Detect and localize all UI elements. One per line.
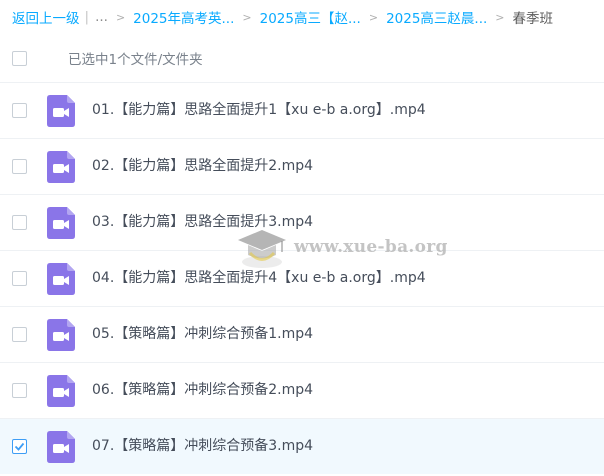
check-icon <box>14 442 25 451</box>
back-link[interactable]: 返回上一级 <box>12 7 80 27</box>
file-checkbox[interactable] <box>12 103 27 118</box>
file-checkbox[interactable] <box>12 439 27 454</box>
video-file-icon[interactable] <box>47 263 75 295</box>
file-checkbox[interactable] <box>12 327 27 342</box>
file-row[interactable]: 06.【策略篇】冲刺综合预备2.mp4 <box>0 362 604 418</box>
select-all-checkbox[interactable] <box>12 50 27 66</box>
file-checkbox[interactable] <box>12 159 27 174</box>
file-name[interactable]: 06.【策略篇】冲刺综合预备2.mp4 <box>92 363 313 417</box>
breadcrumb-current: 春季班 <box>512 11 554 27</box>
file-row[interactable]: 01.【能力篇】思路全面提升1【xu e-b a.org】.mp4 <box>0 82 604 138</box>
video-file-icon[interactable] <box>47 319 75 351</box>
video-file-icon[interactable] <box>47 95 75 127</box>
file-row[interactable]: 03.【能力篇】思路全面提升3.mp4 <box>0 194 604 250</box>
file-name[interactable]: 02.【能力篇】思路全面提升2.mp4 <box>92 139 313 193</box>
breadcrumb-ellipsis[interactable]: ... <box>95 9 108 25</box>
video-file-icon[interactable] <box>47 151 75 183</box>
chevron-right-icon: > <box>242 10 252 24</box>
file-row[interactable]: 05.【策略篇】冲刺综合预备1.mp4 <box>0 306 604 362</box>
selection-status: 已选中1个文件/文件夹 <box>68 52 203 68</box>
file-name[interactable]: 04.【能力篇】思路全面提升4【xu e-b a.org】.mp4 <box>92 251 426 305</box>
breadcrumb-item[interactable]: 2025年高考英... <box>133 7 234 27</box>
video-file-icon[interactable] <box>47 375 75 407</box>
file-name[interactable]: 01.【能力篇】思路全面提升1【xu e-b a.org】.mp4 <box>92 83 426 137</box>
file-name[interactable]: 05.【策略篇】冲刺综合预备1.mp4 <box>92 307 313 361</box>
breadcrumb: 返回上一级 | ... > 2025年高考英... > 2025高三【赵... … <box>12 0 604 34</box>
file-row[interactable]: 02.【能力篇】思路全面提升2.mp4 <box>0 138 604 194</box>
file-checkbox[interactable] <box>12 383 27 398</box>
chevron-right-icon: > <box>495 10 505 24</box>
chevron-right-icon: > <box>368 10 379 24</box>
selection-bar: 已选中1个文件/文件夹 <box>0 34 604 82</box>
breadcrumb-item[interactable]: 2025高三【赵... <box>260 7 361 27</box>
file-name[interactable]: 03.【能力篇】思路全面提升3.mp4 <box>92 195 313 249</box>
chevron-right-icon: > <box>115 10 126 24</box>
file-row[interactable]: 07.【策略篇】冲刺综合预备3.mp4 <box>0 418 604 474</box>
file-name[interactable]: 07.【策略篇】冲刺综合预备3.mp4 <box>92 419 313 473</box>
file-checkbox[interactable] <box>12 271 27 286</box>
video-file-icon[interactable] <box>47 431 75 463</box>
file-checkbox[interactable] <box>12 215 27 230</box>
breadcrumb-item[interactable]: 2025高三赵晨... <box>386 7 487 27</box>
video-file-icon[interactable] <box>47 207 75 239</box>
breadcrumb-divider: | <box>84 9 90 25</box>
file-row[interactable]: 04.【能力篇】思路全面提升4【xu e-b a.org】.mp4 <box>0 250 604 306</box>
